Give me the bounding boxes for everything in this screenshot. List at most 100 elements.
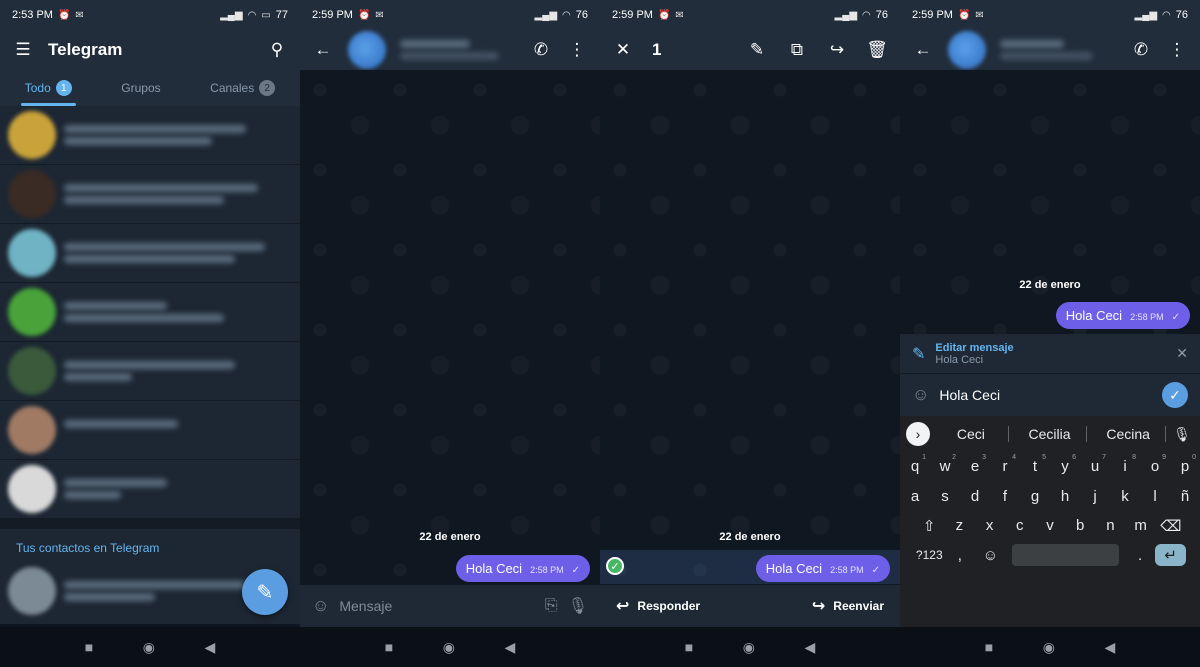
key-o[interactable]: o9 (1140, 454, 1170, 475)
recents-icon[interactable]: ■ (985, 639, 993, 655)
suggestion[interactable]: Cecina (1091, 426, 1167, 442)
message-bubble[interactable]: Hola Ceci 2:58 PM ✓ (455, 555, 590, 582)
delete-icon[interactable]: 🗑 (866, 39, 888, 61)
tab-canales[interactable]: Canales 2 (210, 70, 276, 106)
home-icon[interactable]: ◉ (1043, 639, 1055, 656)
suggestion[interactable]: Ceci (934, 426, 1009, 442)
search-icon[interactable]: ⚲ (266, 39, 288, 61)
close-icon[interactable]: ✕ (612, 39, 634, 61)
message-input[interactable]: Mensaje (339, 598, 535, 614)
home-icon[interactable]: ◉ (443, 639, 455, 656)
emoji-icon[interactable]: ☺ (312, 596, 329, 616)
unread-badge: 2 (259, 80, 276, 96)
period-key[interactable]: . (1125, 547, 1156, 564)
enter-key-icon[interactable]: ↵ (1155, 544, 1187, 567)
chat-row[interactable] (0, 342, 300, 401)
chevron-right-icon[interactable]: › (906, 422, 930, 446)
key-r[interactable]: r4 (990, 454, 1020, 475)
emoji-icon[interactable]: ☺ (912, 385, 929, 405)
copy-icon[interactable]: ⧉ (786, 39, 808, 61)
symbols-key[interactable]: ?123 (914, 548, 945, 562)
key-i[interactable]: i8 (1110, 454, 1140, 475)
key-e[interactable]: e3 (960, 454, 990, 475)
tab-todo[interactable]: Todo 1 (20, 70, 76, 106)
edit-message-input[interactable]: Hola Ceci (939, 387, 1152, 403)
key-a[interactable]: a (900, 488, 930, 505)
key-b[interactable]: b (1065, 517, 1095, 534)
comma-key[interactable]: , (945, 547, 976, 564)
key-f[interactable]: f (990, 488, 1020, 505)
key-s[interactable]: s (930, 488, 960, 505)
home-icon[interactable]: ◉ (143, 639, 155, 656)
chat-row[interactable] (0, 460, 300, 519)
key-l[interactable]: l (1140, 488, 1170, 505)
key-g[interactable]: g (1020, 488, 1050, 505)
menu-icon[interactable]: ☰ (12, 39, 34, 61)
signal-icon: ▂▄▆ (534, 9, 558, 21)
forward-button[interactable]: ↪ Reenviar (812, 596, 884, 616)
chat-row[interactable] (0, 224, 300, 283)
suggestion[interactable]: Cecilia (1013, 426, 1088, 442)
selected-check-icon[interactable]: ✓ (606, 557, 624, 575)
chat-row[interactable] (0, 106, 300, 165)
forward-arrow-icon[interactable]: ↪ (826, 39, 848, 61)
attach-icon[interactable]: ⎘ (545, 597, 558, 615)
more-vert-icon[interactable]: ⋮ (566, 39, 588, 61)
phone-call-icon[interactable]: ✆ (530, 39, 552, 61)
key-z[interactable]: z (944, 517, 974, 534)
key-c[interactable]: c (1005, 517, 1035, 534)
key-w[interactable]: w2 (930, 454, 960, 475)
key-m[interactable]: m (1126, 517, 1156, 534)
close-edit-icon[interactable]: ✕ (1176, 345, 1188, 362)
key-q[interactable]: q1 (900, 454, 930, 475)
key-x[interactable]: x (974, 517, 1004, 534)
reply-button[interactable]: ↩ Responder (616, 596, 700, 616)
recents-icon[interactable]: ■ (385, 639, 393, 655)
microphone-icon[interactable]: 🎙 (568, 596, 588, 616)
back-icon[interactable]: ◀ (1104, 639, 1115, 656)
compose-fab-pencil-icon[interactable]: ✎ (242, 569, 288, 615)
key-n[interactable]: n (1095, 517, 1125, 534)
more-vert-icon[interactable]: ⋮ (1166, 39, 1188, 61)
blurred-chat-preview (64, 243, 292, 263)
back-icon[interactable]: ◀ (804, 639, 815, 656)
keyboard-mic-icon[interactable]: 🎙 (1170, 426, 1194, 443)
tab-label: Todo (24, 81, 51, 95)
key-p[interactable]: p0 (1170, 454, 1200, 475)
message-bubble[interactable]: Hola Ceci 2:58 PM ✓ (755, 555, 890, 582)
key-k[interactable]: k (1110, 488, 1140, 505)
chat-row[interactable] (0, 283, 300, 342)
confirm-edit-check-icon[interactable]: ✓ (1162, 382, 1188, 408)
chat-row[interactable] (0, 401, 300, 460)
key-y[interactable]: y6 (1050, 454, 1080, 475)
space-key[interactable] (1011, 544, 1119, 567)
key-hint: 8 (1132, 454, 1136, 462)
message-bubble[interactable]: Hola Ceci 2:58 PM ✓ (1055, 302, 1190, 329)
edit-pencil-icon[interactable]: ✎ (746, 39, 768, 61)
back-icon[interactable]: ◀ (504, 639, 515, 656)
recents-icon[interactable]: ■ (85, 639, 93, 655)
key-hint: 3 (982, 454, 986, 462)
selection-toolbar: ✕ 1 ✎ ⧉ ↪ 🗑 (600, 30, 900, 70)
key-h[interactable]: h (1050, 488, 1080, 505)
chat-row[interactable] (0, 165, 300, 224)
key-u[interactable]: u7 (1080, 454, 1110, 475)
recents-icon[interactable]: ■ (685, 639, 693, 655)
phone-call-icon[interactable]: ✆ (1130, 39, 1152, 61)
tab-grupos[interactable]: Grupos (121, 70, 160, 106)
key-j[interactable]: j (1080, 488, 1110, 505)
emoji-key-icon[interactable]: ☺ (975, 547, 1006, 564)
back-arrow-icon[interactable]: ← (312, 39, 334, 61)
key-t[interactable]: t5 (1020, 454, 1050, 475)
status-time: 2:59 PM (912, 9, 953, 21)
key-v[interactable]: v (1035, 517, 1065, 534)
back-icon[interactable]: ◀ (204, 639, 215, 656)
key-d[interactable]: d (960, 488, 990, 505)
back-arrow-icon[interactable]: ← (912, 39, 934, 61)
backspace-key-icon[interactable]: ⌫ (1156, 517, 1186, 535)
home-icon[interactable]: ◉ (743, 639, 755, 656)
contact-avatar[interactable] (348, 31, 386, 69)
key-ñ[interactable]: ñ (1170, 488, 1200, 505)
shift-key-icon[interactable]: ⇧ (914, 517, 944, 535)
contact-avatar[interactable] (948, 31, 986, 69)
